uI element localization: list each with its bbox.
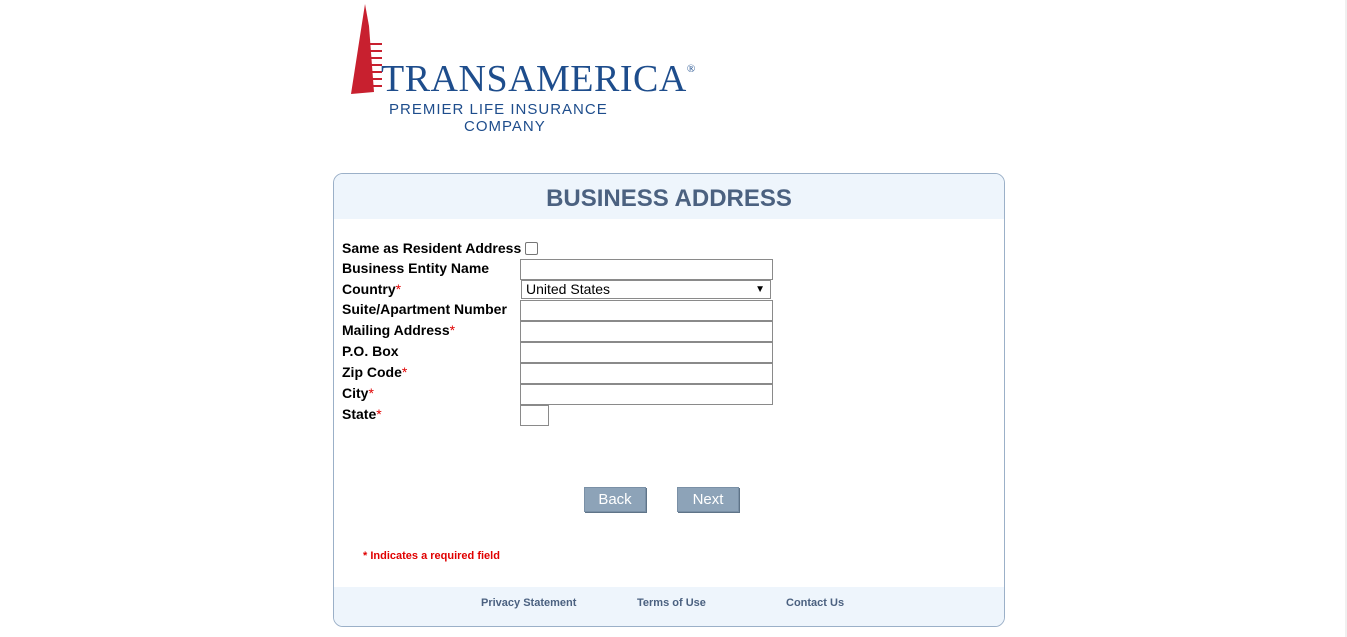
- zip-code-input[interactable]: [520, 363, 773, 384]
- page-title: BUSINESS ADDRESS: [546, 185, 792, 212]
- suite-label: Suite/Apartment Number: [342, 301, 507, 317]
- po-box-label: P.O. Box: [342, 343, 399, 359]
- city-label: City*: [342, 385, 374, 401]
- terms-of-use-link[interactable]: Terms of Use: [637, 597, 706, 609]
- state-input[interactable]: [520, 405, 549, 426]
- business-entity-name-label: Business Entity Name: [342, 260, 490, 276]
- business-address-panel: BUSINESS ADDRESS Same as Resident Addres…: [333, 173, 1005, 627]
- same-as-resident-label: Same as Resident Address: [342, 240, 522, 256]
- country-select[interactable]: United States ▼: [521, 280, 771, 299]
- logo-subtitle-company: COMPANY: [464, 118, 546, 135]
- back-button[interactable]: Back: [584, 487, 646, 512]
- transamerica-logo: TRANSAMERICA® PREMIER LIFE INSURANCE COM…: [348, 4, 695, 136]
- contact-us-link[interactable]: Contact Us: [786, 597, 844, 609]
- state-label: State*: [342, 406, 382, 422]
- city-input[interactable]: [520, 384, 773, 405]
- pyramid-tower-icon: [351, 4, 382, 94]
- mailing-address-input[interactable]: [520, 321, 773, 342]
- dropdown-arrow-icon: ▼: [755, 284, 765, 295]
- mailing-address-label: Mailing Address*: [342, 322, 456, 338]
- logo-wordmark: TRANSAMERICA®: [381, 58, 696, 100]
- zip-code-label: Zip Code*: [342, 364, 408, 380]
- country-selected-value: United States: [526, 281, 611, 297]
- required-field-note: * Indicates a required field: [363, 550, 500, 562]
- next-button[interactable]: Next: [677, 487, 739, 512]
- country-label: Country*: [342, 281, 402, 297]
- panel-header: BUSINESS ADDRESS: [334, 174, 1004, 219]
- suite-input[interactable]: [520, 300, 773, 321]
- same-as-resident-checkbox[interactable]: [525, 242, 538, 255]
- po-box-input[interactable]: [520, 342, 773, 363]
- business-entity-name-input[interactable]: [520, 259, 773, 280]
- panel-footer: Privacy Statement Terms of Use Contact U…: [334, 587, 1004, 626]
- logo-subtitle: PREMIER LIFE INSURANCE: [389, 101, 608, 118]
- privacy-statement-link[interactable]: Privacy Statement: [481, 597, 576, 609]
